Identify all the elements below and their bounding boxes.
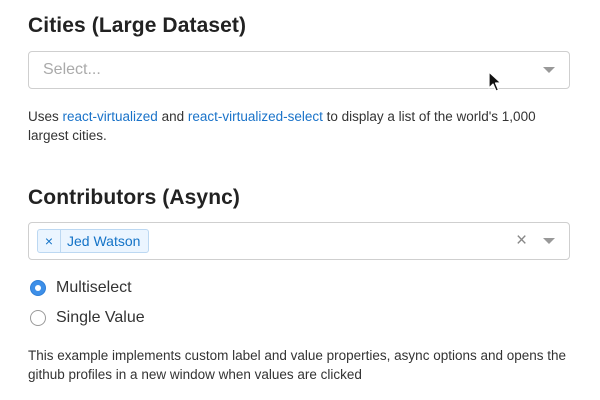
radio-multiselect[interactable]: Multiselect: [30, 278, 132, 298]
contributors-help-text: This example implements custom label and…: [28, 348, 567, 382]
radio-single-value-label: Single Value: [56, 309, 145, 326]
react-virtualized-select-link[interactable]: react-virtualized-select: [188, 109, 323, 124]
contributors-section-title: Contributors (Async): [28, 186, 240, 209]
cities-help-text: Uses react-virtualized and react-virtual…: [28, 107, 572, 145]
tag-remove-button[interactable]: ×: [38, 230, 61, 252]
cities-help-middle: and: [157, 109, 188, 124]
selected-value-tag[interactable]: × Jed Watson: [37, 229, 150, 253]
chevron-down-icon[interactable]: [543, 67, 555, 73]
chevron-down-icon[interactable]: [543, 238, 555, 244]
clear-icon[interactable]: ×: [516, 231, 527, 250]
tag-label[interactable]: Jed Watson: [61, 230, 148, 252]
radio-unchecked-icon[interactable]: [30, 310, 46, 326]
radio-multiselect-label: Multiselect: [56, 279, 132, 296]
cities-select-placeholder: Select...: [43, 61, 101, 78]
contributors-select[interactable]: × Jed Watson ×: [28, 222, 570, 260]
cities-help-prefix: Uses: [28, 109, 63, 124]
react-virtualized-link[interactable]: react-virtualized: [63, 109, 158, 124]
page-content: Cities (Large Dataset) Select... Uses re…: [28, 0, 572, 400]
cities-section-title: Cities (Large Dataset): [28, 14, 247, 37]
radio-checked-icon[interactable]: [30, 280, 46, 296]
radio-single-value[interactable]: Single Value: [30, 308, 145, 328]
mouse-cursor-icon: [488, 71, 502, 92]
